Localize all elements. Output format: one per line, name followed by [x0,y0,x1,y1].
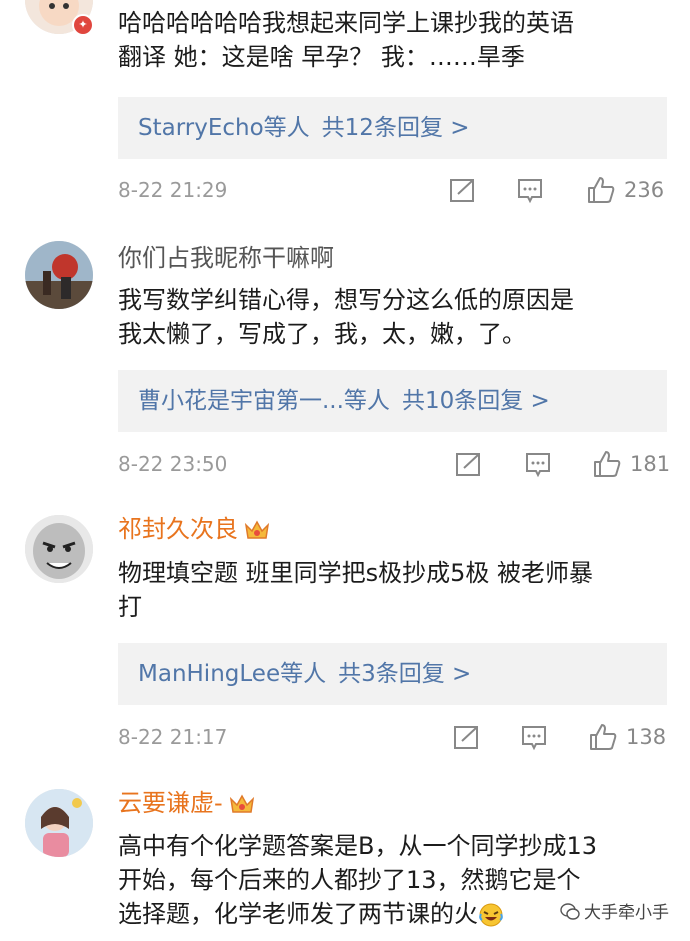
verified-badge-icon: ✦ [72,14,94,36]
comment-icon[interactable] [520,721,548,753]
wechat-icon [560,903,580,920]
vip-crown-icon [244,520,270,539]
reply-count[interactable]: 共3条回复 > [338,661,471,687]
comment-icon[interactable] [524,448,552,480]
comment-line: 高中有个化学题答案是B，从一个同学抄成13 [118,832,598,860]
reply-count[interactable]: 共12条回复 > [322,115,470,141]
avatar-image-icon [25,789,93,857]
like-icon[interactable] [592,448,622,480]
comment-meta: 8-22 21:29 236 [118,174,673,206]
timestamp: 8-22 21:29 [118,178,228,202]
timestamp: 8-22 23:50 [118,452,228,476]
share-icon[interactable] [454,448,482,480]
replies-summary[interactable]: 曹小花是宇宙第一...等人 共10条回复 > [118,370,667,432]
like-icon[interactable] [588,721,618,753]
comment-line: 翻译 她：这是啥 早孕？ 我：……旱季 [118,43,525,71]
share-icon[interactable] [448,174,476,206]
comment-meta: 8-22 21:17 138 [118,721,673,753]
replies-summary[interactable]: StarryEcho等人 共12条回复 > [118,97,667,159]
comment-meta: 8-22 23:50 181 [118,448,673,480]
comment-text: 物理填空题 班里同学把s极抄成5极 被老师暴 打 [118,556,666,624]
like-icon[interactable] [586,174,616,206]
vip-crown-icon [229,794,254,813]
replies-summary[interactable]: ManHingLee等人 共3条回复 > [118,643,667,705]
comment-line: 打 [118,593,142,621]
avatar-image-icon [25,241,93,309]
comment-line: 我写数学纠错心得，想写分这么低的原因是 [118,286,574,314]
comment-line: 物理填空题 班里同学把s极抄成5极 被老师暴 [118,559,594,587]
laugh-cry-emoji-icon [479,903,503,927]
watermark-text: 大手牵小手 [584,903,669,923]
reply-users[interactable]: StarryEcho等人 [138,115,310,141]
timestamp: 8-22 21:17 [118,725,228,749]
avatar[interactable] [25,515,93,583]
reply-count[interactable]: 共10条回复 > [402,388,550,414]
reply-users[interactable]: 曹小花是宇宙第一...等人 [138,388,390,414]
watermark: 大手牵小手 [560,898,669,923]
comment-icon[interactable] [516,174,544,206]
like-count: 236 [624,178,665,202]
comment-line: 哈哈哈哈哈哈我想起来同学上课抄我的英语 [118,9,574,37]
avatar[interactable] [25,789,93,857]
comment-line: 开始，每个后来的人都抄了13，然鹅它是个 [118,866,581,894]
comment-text: 哈哈哈哈哈哈我想起来同学上课抄我的英语 翻译 她：这是啥 早孕？ 我：……旱季 [118,6,666,74]
comment-line: 我太懒了，写成了，我，太，嫩，了。 [118,320,526,348]
username-vip[interactable]: 祁封久次良 [118,514,270,544]
avatar-image-icon [25,515,93,583]
username[interactable]: 祁封久次良 [118,515,238,543]
username-vip[interactable]: 云要谦虚- [118,788,255,818]
like-count: 138 [626,725,667,749]
share-icon[interactable] [452,721,480,753]
comment-text: 我写数学纠错心得，想写分这么低的原因是 我太懒了，写成了，我，太，嫩，了。 [118,283,666,351]
avatar[interactable] [25,241,93,309]
username[interactable]: 云要谦虚- [118,789,223,817]
reply-users[interactable]: ManHingLee等人 [138,661,326,687]
like-count: 181 [630,452,671,476]
username[interactable]: 你们占我昵称干嘛啊 [118,243,334,273]
